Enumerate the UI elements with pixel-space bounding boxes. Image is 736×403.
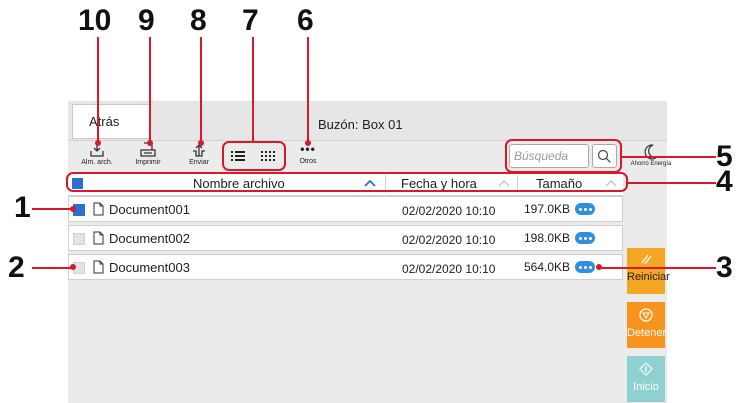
- energy-saver-label: Ahorro Energía: [630, 161, 672, 167]
- callout-3-dot: [596, 264, 602, 270]
- callout-4: 4: [716, 165, 733, 198]
- stop-label: Detener: [627, 327, 667, 339]
- document-icon: [93, 231, 104, 245]
- file-row[interactable]: Document002 02/02/2020 10:10 198.0KB: [68, 225, 623, 251]
- callout-2-line: [32, 267, 74, 269]
- callout-4-line: [628, 182, 716, 184]
- callout-3-line: [598, 267, 716, 269]
- callout-10-dot: [95, 140, 101, 146]
- file-date: 02/02/2020 10:10: [402, 233, 496, 247]
- callout-9: 9: [138, 4, 155, 37]
- file-row[interactable]: Document001 02/02/2020 10:10 197.0KB: [68, 196, 623, 222]
- document-icon: [93, 202, 104, 216]
- start-icon: [639, 362, 653, 376]
- callout-8-line: [200, 37, 202, 143]
- box-title: Buzón: Box 01: [318, 117, 403, 132]
- callout-1-dot: [70, 206, 76, 212]
- energy-saver-button[interactable]: Ahorro Energía: [624, 143, 678, 173]
- send-label: Enviar: [189, 159, 209, 166]
- file-row[interactable]: Document003 02/02/2020 10:10 564.0KB: [68, 254, 623, 280]
- callout-6-line: [307, 37, 309, 143]
- callout-5-line: [622, 156, 716, 158]
- callout-6-dot: [305, 140, 311, 146]
- start-button[interactable]: Inicio: [627, 356, 665, 402]
- callout-8: 8: [190, 4, 207, 37]
- callout-9-dot: [147, 140, 153, 146]
- file-date: 02/02/2020 10:10: [402, 204, 496, 218]
- stop-button[interactable]: Detener: [627, 302, 667, 348]
- reset-button[interactable]: Reiniciar: [627, 248, 670, 294]
- stop-icon: [639, 308, 653, 322]
- file-size: 197.0KB: [524, 202, 571, 216]
- callout-7-box: [222, 141, 286, 171]
- document-icon: [93, 260, 104, 274]
- callout-4-box: [66, 172, 628, 192]
- callout-7-line: [252, 37, 254, 141]
- reset-icon: [641, 254, 652, 265]
- reset-label: Reiniciar: [627, 271, 670, 283]
- callout-1-line: [32, 208, 74, 210]
- file-size: 564.0KB: [524, 260, 571, 274]
- callout-5-box: [505, 139, 622, 173]
- print-label: Imprimir: [135, 159, 161, 166]
- callout-2: 2: [8, 251, 25, 284]
- row-checkbox[interactable]: [73, 233, 85, 245]
- file-details-button[interactable]: [575, 232, 595, 244]
- file-details-button[interactable]: [575, 261, 595, 273]
- back-button[interactable]: Atrás: [72, 104, 151, 139]
- file-date: 02/02/2020 10:10: [402, 262, 496, 276]
- file-size: 198.0KB: [524, 231, 571, 245]
- callout-8-dot: [198, 140, 204, 146]
- start-label: Inicio: [633, 381, 659, 393]
- callout-2-dot: [70, 264, 76, 270]
- file-name: Document001: [109, 202, 190, 217]
- callout-10-line: [97, 37, 99, 143]
- callout-6: 6: [297, 4, 314, 37]
- moon-icon: [644, 144, 658, 160]
- file-details-button[interactable]: [575, 203, 595, 215]
- callout-3: 3: [716, 251, 733, 284]
- callout-1: 1: [14, 191, 31, 224]
- callout-10: 10: [78, 4, 112, 37]
- callout-9-line: [149, 37, 151, 143]
- others-label: Otros: [299, 158, 317, 165]
- file-name: Document003: [109, 260, 190, 275]
- store-file-label: Alm. arch.: [81, 159, 113, 166]
- file-name: Document002: [109, 231, 190, 246]
- callout-7: 7: [242, 4, 259, 37]
